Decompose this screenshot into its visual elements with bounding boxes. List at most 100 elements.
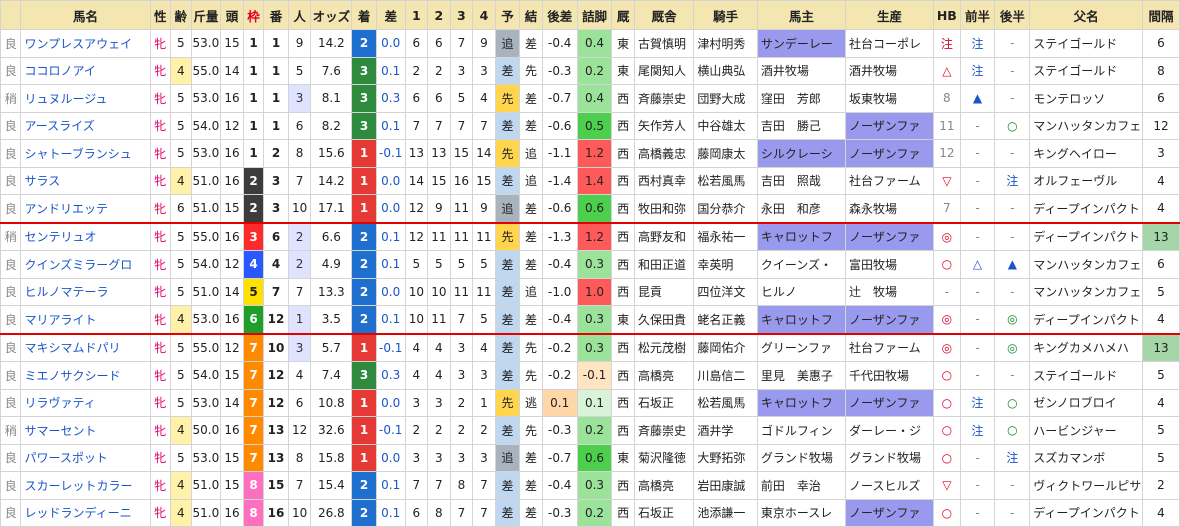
baba-cell: 良 (0, 333, 22, 362)
horse-name-link[interactable]: マリアライト (20, 305, 151, 335)
popularity-cell: 2 (287, 222, 312, 251)
table-row[interactable]: 良ヒルノマテーラ牝 5 51.0 14 5 7 7 13.3 2 0.0 10 10 11 11 差追 -1.… (0, 277, 1180, 306)
header-cell[interactable]: HB (933, 0, 961, 30)
header-cell[interactable]: 結 (519, 0, 543, 30)
header-cell[interactable]: 馬主 (756, 0, 846, 30)
header-cell[interactable]: 厩舎 (633, 0, 695, 30)
popularity-cell: 4 (287, 361, 312, 390)
corner-3: 5 (449, 250, 474, 279)
baba-cell: 良 (0, 29, 22, 58)
corner-1: 13 (404, 139, 429, 168)
table-row[interactable]: 良アンドリエッテ牝 6 51.0 15 2 3 10 17.1 1 0.0 12 9 11 9 追差 -0.6… (0, 194, 1180, 224)
table-row[interactable]: 良クインズミラーグロ牝 5 54.0 12 4 4 2 4.9 2 0.1 5 5 5 5 差差 -0.4 0.… (0, 250, 1180, 279)
breeder-cell: ノーザンファ (844, 388, 935, 417)
table-row[interactable]: 稍センテリュオ牝 5 55.0 16 3 6 2 6.6 2 0.1 12 11 11 11 先差 -1.3 1… (0, 222, 1180, 251)
sex-cell: 牝 (149, 111, 172, 140)
horse-name-link[interactable]: マキシマムドパリ (20, 333, 151, 362)
header-cell[interactable]: 厩 (611, 0, 635, 30)
horse-name-link[interactable]: サラス (20, 166, 151, 195)
corner-1: 6 (404, 84, 429, 113)
sire-name: マンハッタンカフェ (1029, 111, 1143, 140)
finish-position: 2 (351, 222, 377, 251)
horse-name-link[interactable]: シャトーブランシュ (20, 139, 151, 168)
table-row[interactable]: 良スカーレットカラー牝 4 51.0 15 8 15 7 15.4 2 0.1 7 7 8 7 差差 -0.4… (0, 471, 1180, 500)
stable-location: 西 (611, 139, 635, 168)
table-row[interactable]: 良ワンプレスアウェイ牝 5 53.0 15 1 1 9 14.2 2 0.0 6 6 7 9 追差 -0.4 0… (0, 29, 1180, 58)
jockey-cell: 川島信二 (693, 361, 758, 390)
horse-name-link[interactable]: リラヴァティ (20, 388, 151, 417)
frame-number: 7 (242, 388, 265, 417)
horse-name-link[interactable]: サマーセント (20, 416, 151, 445)
header-cell[interactable]: 2 (427, 0, 451, 30)
stable-location: 東 (611, 443, 635, 472)
frame-number: 8 (242, 498, 265, 527)
table-row[interactable]: 良シャトーブランシュ牝 5 53.0 16 1 2 8 15.6 1 -0.1 13 13 15 14 先追… (0, 139, 1180, 168)
horse-name-link[interactable]: スカーレットカラー (20, 471, 151, 500)
table-row[interactable]: 稍リュヌルージュ牝 5 53.0 16 1 1 3 8.1 3 0.3 6 6 5 4 先差 -0.7 0.4 西… (0, 84, 1180, 113)
header-cell[interactable]: 前半 (959, 0, 996, 30)
baba-cell: 良 (0, 250, 22, 279)
margin-cell: 0.1 (375, 222, 406, 251)
horse-name-link[interactable]: ワンプレスアウェイ (20, 29, 151, 58)
table-row[interactable]: 良パワースポット牝 5 53.0 15 7 13 8 15.8 1 0.0 3 3 3 3 追差 -0.7 0.… (0, 443, 1180, 472)
odds-cell: 15.6 (310, 139, 353, 168)
horse-name-link[interactable]: リュヌルージュ (20, 84, 151, 113)
table-row[interactable]: 稍サマーセント牝 4 50.0 16 7 13 12 32.6 1 -0.1 2 2 2 2 差先 -0.3 0… (0, 416, 1180, 445)
header-cell[interactable]: 人 (287, 0, 312, 30)
closing-speed: 0.2 (576, 416, 613, 445)
corner-1: 6 (404, 29, 429, 58)
horse-number: 12 (263, 361, 289, 390)
header-cell[interactable]: 詰脚 (576, 0, 613, 30)
header-cell[interactable]: 着 (351, 0, 377, 30)
popularity-cell: 10 (287, 194, 312, 224)
breeder-cell: ノーザンファ (844, 498, 935, 527)
frame-number: 7 (242, 416, 265, 445)
horse-name-link[interactable]: アンドリエッテ (20, 194, 151, 224)
horse-name-link[interactable]: センテリュオ (20, 222, 151, 251)
header-cell[interactable]: 齢 (170, 0, 192, 30)
horse-name-link[interactable]: ミエノサクシード (20, 361, 151, 390)
header-cell[interactable]: 番 (263, 0, 289, 30)
header-cell[interactable]: 予 (494, 0, 521, 30)
header-cell[interactable]: 差 (375, 0, 406, 30)
corner-2: 15 (427, 166, 451, 195)
header-cell[interactable]: 間隔 (1141, 0, 1180, 30)
header-cell[interactable]: 後差 (541, 0, 578, 30)
header-cell[interactable]: 1 (404, 0, 429, 30)
result-style: 差 (519, 222, 543, 251)
horse-name-link[interactable]: ココロノアイ (20, 56, 151, 85)
header-cell[interactable]: 枠 (242, 0, 265, 30)
header-cell[interactable]: 生産 (844, 0, 935, 30)
header-cell[interactable]: 性 (149, 0, 172, 30)
table-row[interactable]: 良アースライズ牝 5 54.0 12 1 1 6 8.2 3 0.1 7 7 7 7 差差 -0.6 0.5 西矢… (0, 111, 1180, 140)
table-row[interactable]: 良ミエノサクシード牝 5 54.0 15 7 12 4 7.4 3 0.3 4 4 3 3 差先 -0.2 -0… (0, 361, 1180, 390)
table-row[interactable]: 良マリアライト牝 4 53.0 16 6 12 1 3.5 2 0.1 10 11 7 5 差差 -0.4 0.… (0, 305, 1180, 335)
closing-speed: 0.1 (576, 388, 613, 417)
horse-name-link[interactable]: クインズミラーグロ (20, 250, 151, 279)
owner-cell: サンデーレー (756, 29, 846, 58)
corner-3: 3 (449, 361, 474, 390)
trainer-cell: 高橋義忠 (633, 139, 695, 168)
table-row[interactable]: 良レッドランディーニ牝 4 51.0 16 8 16 10 26.8 2 0.1 6 8 7 7 差差 -0.… (0, 498, 1180, 527)
header-cell[interactable]: 4 (472, 0, 496, 30)
owner-cell: 永田 和彦 (756, 194, 846, 224)
table-row[interactable]: 良リラヴァティ牝 5 53.0 14 7 12 6 10.8 1 0.0 3 3 2 1 先逃 0.1 0.1 西… (0, 388, 1180, 417)
header-cell[interactable]: 父名 (1029, 0, 1143, 30)
table-row[interactable]: 良サラス牝 4 51.0 16 2 3 7 14.2 1 0.0 14 15 16 15 差追 -1.4 1.4… (0, 166, 1180, 195)
header-cell[interactable]: 3 (449, 0, 474, 30)
table-row[interactable]: 良ココロノアイ牝 4 55.0 14 1 1 5 7.6 3 0.1 2 2 3 3 差先 -0.3 0.2 東尾… (0, 56, 1180, 85)
horse-name-link[interactable]: パワースポット (20, 443, 151, 472)
header-cell[interactable]: 斤量 (190, 0, 222, 30)
horse-name-link[interactable]: アースライズ (20, 111, 151, 140)
prediction-style: 差 (494, 305, 521, 335)
header-cell[interactable]: 馬名 (20, 0, 151, 30)
header-cell[interactable]: 後半 (994, 0, 1031, 30)
last3f-diff: -1.1 (541, 139, 578, 168)
horse-name-link[interactable]: レッドランディーニ (20, 498, 151, 527)
header-cell[interactable]: 騎手 (693, 0, 758, 30)
horse-name-link[interactable]: ヒルノマテーラ (20, 277, 151, 306)
table-row[interactable]: 良マキシマムドパリ牝 5 55.0 12 7 10 3 5.7 1 -0.1 4 4 3 4 差先 -0.2 0… (0, 333, 1180, 362)
header-cell[interactable]: オッズ (310, 0, 353, 30)
header-cell[interactable]: 頭 (220, 0, 244, 30)
prediction-style: 差 (494, 166, 521, 195)
